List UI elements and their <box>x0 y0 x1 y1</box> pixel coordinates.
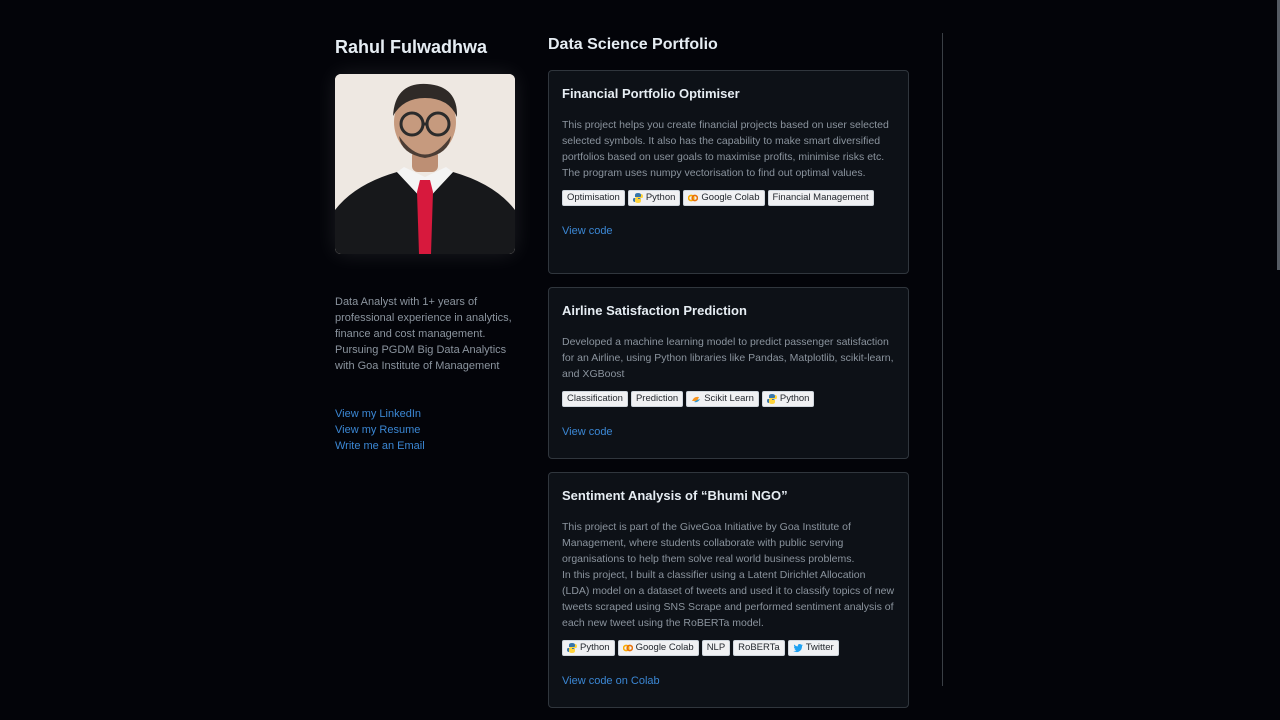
tag-python: Python <box>562 640 615 656</box>
profile-photo <box>335 74 515 254</box>
project-tags: Classification Prediction Scikit Learn P… <box>562 391 895 407</box>
project-card-financial-portfolio-optimiser: Financial Portfolio Optimiser This proje… <box>548 70 909 274</box>
resume-link[interactable]: View my Resume <box>335 422 515 438</box>
email-link[interactable]: Write me an Email <box>335 438 515 454</box>
project-card-airline-satisfaction-prediction: Airline Satisfaction Prediction Develope… <box>548 287 909 459</box>
view-code-on-colab-link[interactable]: View code on Colab <box>562 674 660 688</box>
project-title: Financial Portfolio Optimiser <box>562 86 740 101</box>
content-divider <box>942 33 943 686</box>
profile-bio: Data Analyst with 1+ years of profession… <box>335 296 512 372</box>
tag-google-colab: Google Colab <box>683 190 765 206</box>
view-code-link[interactable]: View code <box>562 224 613 238</box>
tag-scikit-learn: Scikit Learn <box>686 391 759 407</box>
tag-classification: Classification <box>562 391 628 407</box>
tag-twitter: Twitter <box>787 640 839 656</box>
tag-google-colab: Google Colab <box>617 640 699 656</box>
profile-name: Rahul Fulwadhwa <box>335 37 488 57</box>
project-card-sentiment-analysis-bhumi-ngo: Sentiment Analysis of “Bhumi NGO” This p… <box>548 472 909 708</box>
project-tags: Optimisation Python Google Colab Financi… <box>562 190 895 206</box>
tag-python: Python <box>761 391 815 407</box>
python-icon <box>766 394 777 404</box>
tag-python: Python <box>627 190 681 206</box>
profile-avatar <box>335 74 515 254</box>
python-icon <box>632 193 643 203</box>
project-title: Airline Satisfaction Prediction <box>562 303 747 318</box>
tag-nlp: NLP <box>701 640 731 656</box>
project-description: This project is part of the GiveGoa Init… <box>562 521 895 629</box>
python-icon <box>567 643 577 653</box>
tag-optimisation: Optimisation <box>562 190 625 206</box>
scikit-learn-icon <box>692 396 701 403</box>
project-description: This project helps you create financial … <box>562 119 889 179</box>
colab-icon <box>622 644 633 652</box>
linkedin-link[interactable]: View my LinkedIn <box>335 406 515 422</box>
profile-sidebar: Rahul Fulwadhwa Data Analyst with 1+ yea… <box>335 36 515 454</box>
project-tags: Python Google Colab NLP RoBERTa Twitter <box>562 640 895 656</box>
project-title: Sentiment Analysis of “Bhumi NGO” <box>562 488 788 503</box>
colab-icon <box>688 194 699 202</box>
tag-prediction: Prediction <box>630 391 684 407</box>
view-code-link[interactable]: View code <box>562 425 613 439</box>
portfolio-title: Data Science Portfolio <box>548 36 718 53</box>
twitter-icon <box>792 644 803 653</box>
tag-roberta: RoBERTa <box>733 640 785 656</box>
profile-links: View my LinkedIn View my Resume Write me… <box>335 406 515 454</box>
tag-financial-management: Financial Management <box>767 190 874 206</box>
project-description: Developed a machine learning model to pr… <box>562 336 894 380</box>
